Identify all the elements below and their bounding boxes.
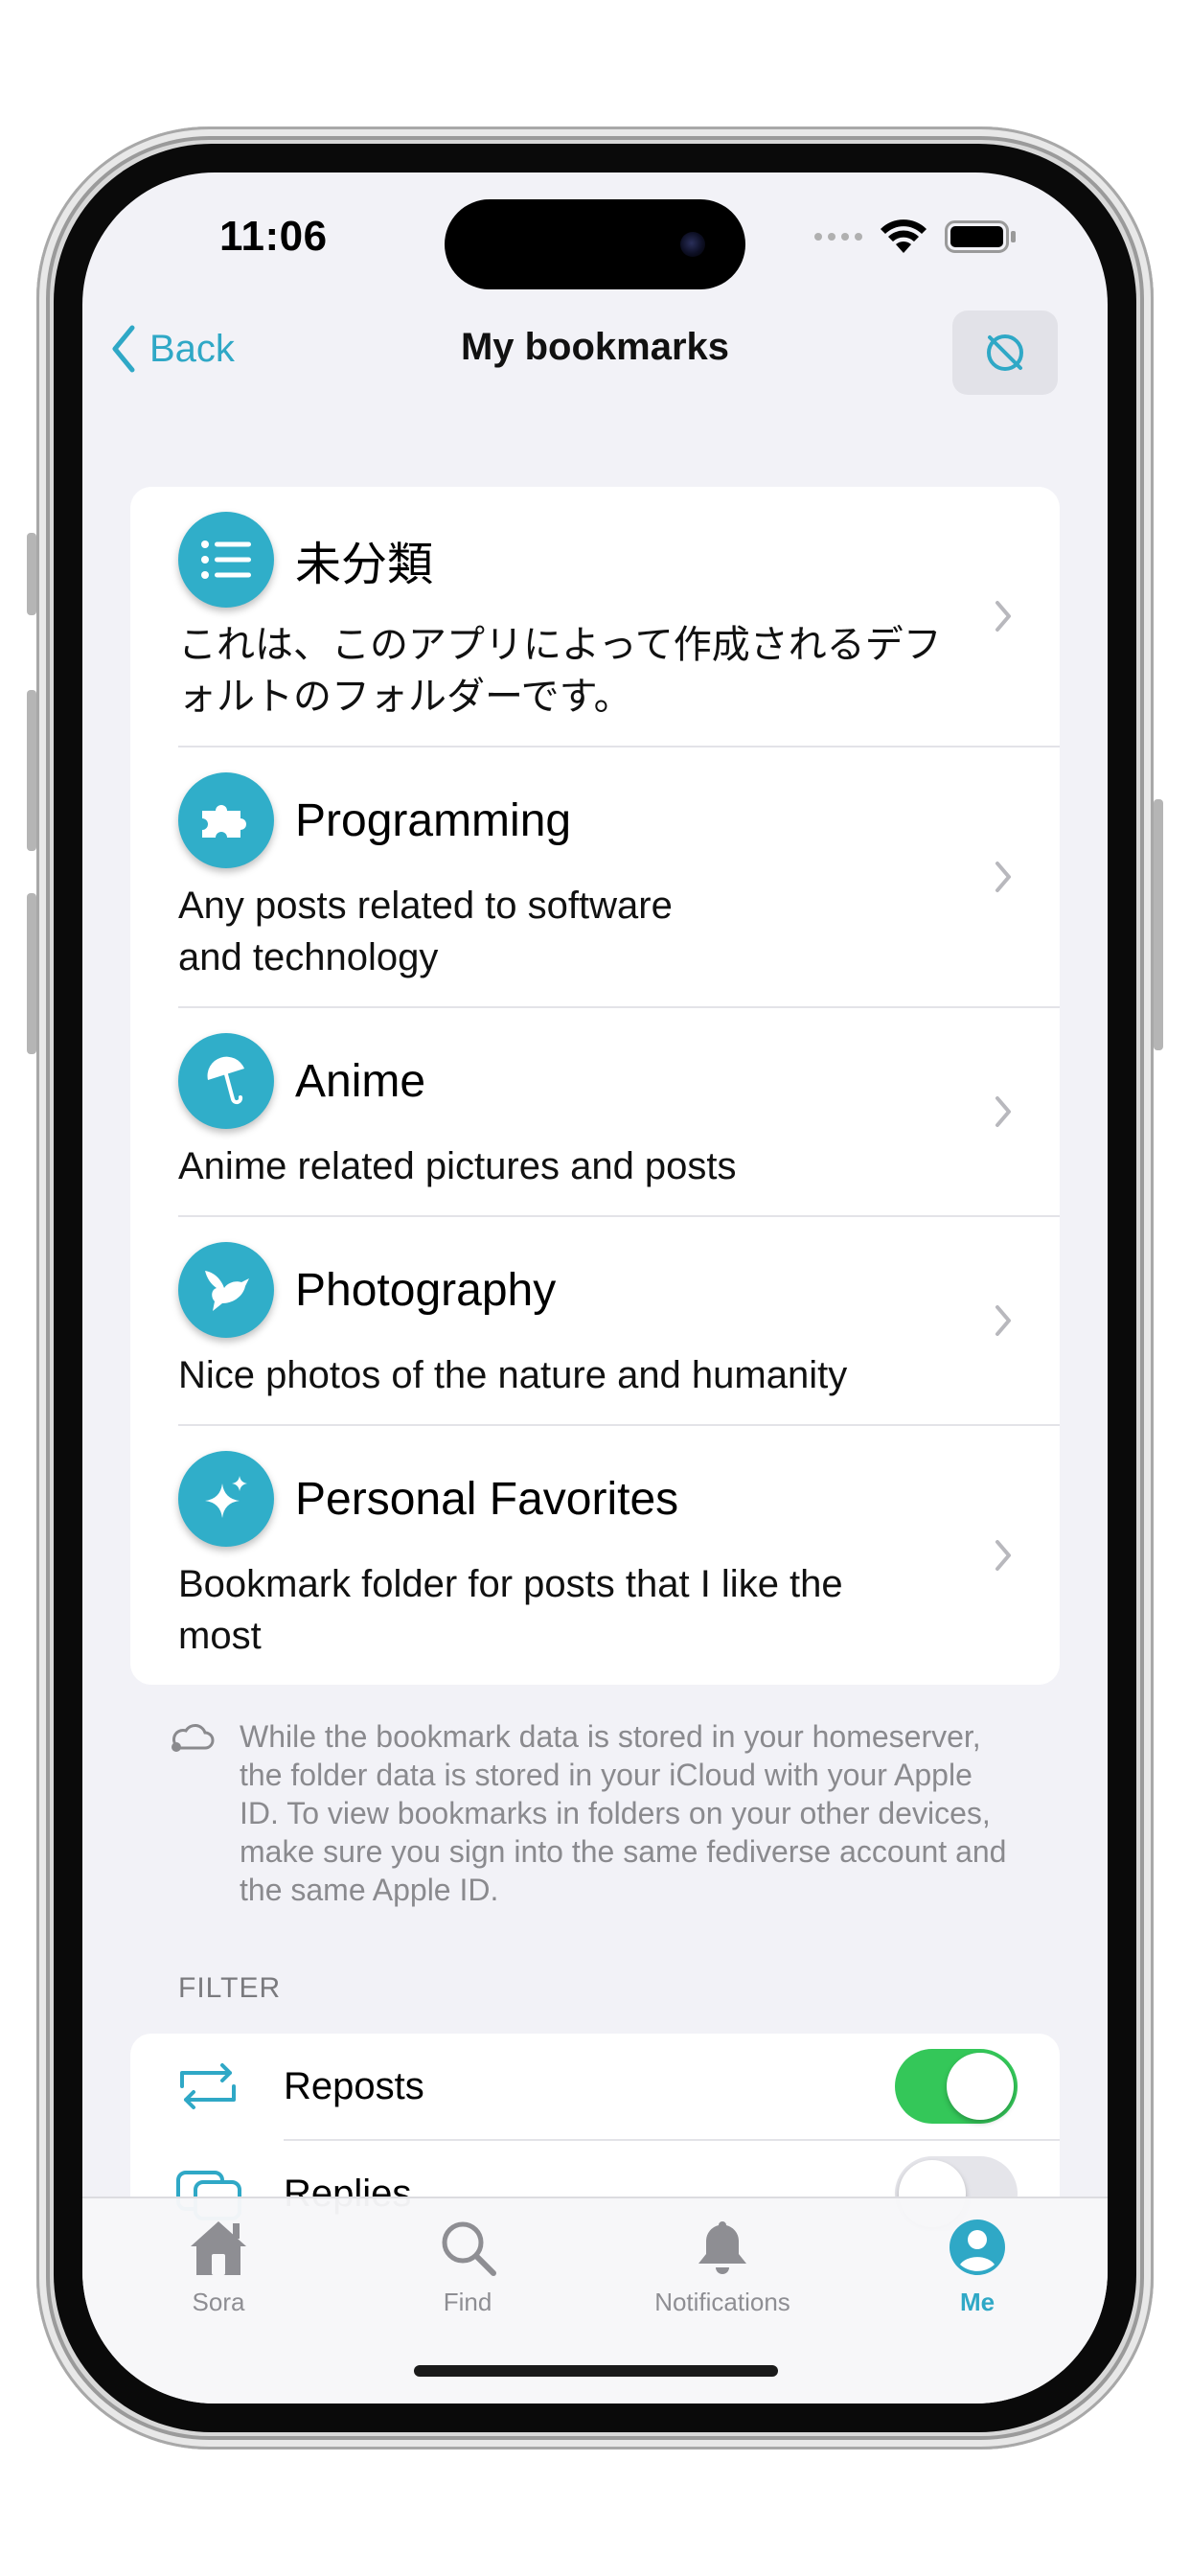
volume-up-button — [27, 690, 36, 851]
toggle-knob — [947, 2053, 1014, 2120]
tab-label: Me — [959, 2288, 995, 2316]
folder-row[interactable]: 未分類 これは、このアプリによって作成されるデフォルトのフォルダーです。 — [130, 487, 1060, 748]
folder-description: Any posts related to software and techno… — [178, 885, 673, 978]
person-circle-icon — [950, 2220, 1005, 2275]
folder-title: Personal Favorites — [295, 1473, 679, 1525]
dynamic-island — [445, 199, 745, 289]
mute-switch — [27, 533, 36, 615]
folder-title: 未分類 — [295, 540, 434, 590]
folder-row[interactable]: Anime Anime related pictures and posts — [130, 1008, 1060, 1217]
eye-slash-icon — [987, 334, 1023, 371]
front-camera — [680, 232, 705, 257]
cloud-icon — [172, 1724, 215, 1752]
tab-sora[interactable]: Sora — [123, 2216, 314, 2317]
tab-me[interactable]: Me — [881, 2216, 1073, 2317]
folder-row[interactable]: Photography Nice photos of the nature an… — [130, 1217, 1060, 1426]
folder-list: 未分類 これは、このアプリによって作成されるデフォルトのフォルダーです。 Pro… — [130, 487, 1060, 1685]
status-time: 11:06 — [219, 213, 328, 260]
folder-title: Anime — [295, 1055, 426, 1107]
volume-down-button — [27, 893, 36, 1054]
tab-label: Notifications — [654, 2288, 790, 2316]
umbrella-icon — [178, 1033, 274, 1129]
chevron-right-icon — [995, 1096, 1011, 1127]
cellular-dots-icon — [814, 233, 862, 241]
folder-title: Programming — [295, 794, 572, 846]
chevron-right-icon — [995, 1305, 1011, 1336]
filter-label: Reposts — [284, 2064, 424, 2107]
status-indicators — [814, 218, 1018, 255]
chevron-right-icon — [995, 1540, 1011, 1571]
filter-row-reposts: Reposts — [130, 2034, 1060, 2139]
sparkles-icon — [178, 1451, 274, 1547]
chevron-right-icon — [995, 601, 1011, 632]
footnote-text: While the bookmark data is stored in you… — [240, 1719, 1007, 1907]
toggle-visibility-button[interactable] — [952, 310, 1058, 395]
wifi-icon — [881, 219, 927, 253]
folder-description: Nice photos of the nature and humanity — [178, 1354, 848, 1396]
screen: 11:06 Back My bookmarks 未分類 これは、このアプリによっ… — [82, 172, 1108, 2404]
chevron-right-icon — [995, 862, 1011, 892]
house-icon — [191, 2221, 246, 2275]
folder-row[interactable]: Personal Favorites Bookmark folder for p… — [130, 1426, 1060, 1685]
magnifier-icon — [442, 2221, 496, 2276]
tab-notifications[interactable]: Notifications — [627, 2216, 818, 2317]
home-indicator[interactable] — [414, 2365, 778, 2377]
tab-label: Find — [443, 2288, 492, 2316]
folder-row[interactable]: Programming Any posts related to softwar… — [130, 748, 1060, 1008]
bird-icon — [178, 1242, 274, 1338]
list-icon — [178, 512, 274, 608]
sync-footnote: While the bookmark data is stored in you… — [169, 1717, 1012, 1909]
reposts-toggle[interactable] — [895, 2049, 1018, 2124]
battery-icon — [945, 220, 1016, 253]
repost-icon — [180, 2063, 236, 2109]
folder-title: Photography — [295, 1264, 557, 1316]
tab-find[interactable]: Find — [372, 2216, 563, 2317]
puzzle-icon — [178, 772, 274, 868]
folder-description: Anime related pictures and posts — [178, 1145, 737, 1187]
power-button — [1154, 799, 1163, 1050]
filter-section-label: FILTER — [178, 1972, 282, 2004]
folder-description: これは、このアプリによって作成されるデフォルトのフォルダーです。 — [178, 624, 942, 718]
tab-label: Sora — [192, 2288, 245, 2316]
folder-description: Bookmark folder for posts that I like th… — [178, 1563, 843, 1657]
bell-icon — [698, 2221, 746, 2274]
